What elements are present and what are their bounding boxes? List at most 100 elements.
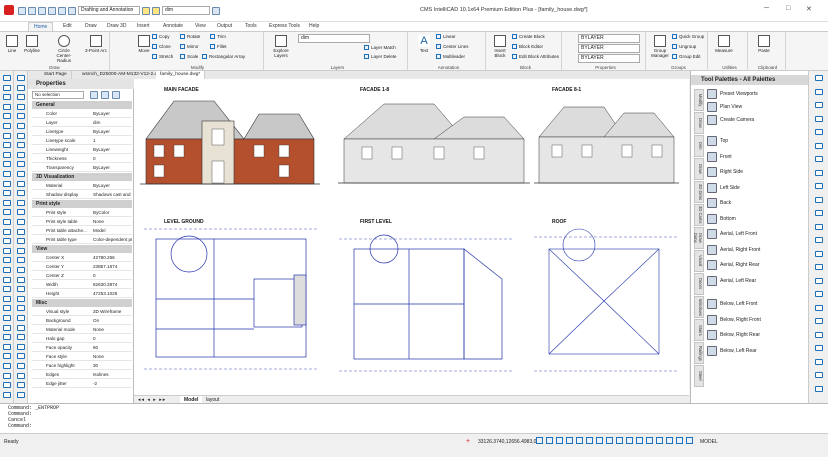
block-editor-button[interactable]: Block Editor bbox=[512, 44, 543, 49]
ungroup-button[interactable]: Ungroup bbox=[672, 44, 696, 49]
tool-icon[interactable] bbox=[815, 385, 823, 392]
selection-select[interactable]: No selection bbox=[32, 91, 84, 99]
edit-block-attributes-button[interactable]: Edit Block Attributes bbox=[512, 54, 559, 59]
tool-icon[interactable] bbox=[3, 324, 11, 331]
property-row[interactable]: Print table type Color-dependent pr... bbox=[32, 236, 132, 244]
property-row[interactable]: Transparency ByLayer bbox=[32, 164, 132, 172]
tool-icon[interactable] bbox=[17, 382, 25, 389]
fillet-button[interactable]: Fillet bbox=[210, 44, 227, 49]
property-row[interactable]: Print table attache... Model bbox=[32, 227, 132, 235]
tool-icon[interactable] bbox=[3, 219, 11, 225]
stretch-button[interactable]: Stretch bbox=[152, 54, 173, 59]
linear-dim-button[interactable]: Linear bbox=[436, 34, 456, 39]
tool-icon[interactable] bbox=[815, 210, 823, 216]
tool-icon[interactable] bbox=[3, 171, 11, 177]
palette-item[interactable]: Right Side bbox=[707, 167, 807, 177]
tool-icon[interactable] bbox=[17, 295, 25, 302]
property-row[interactable]: Face highlight 30 bbox=[32, 362, 132, 370]
tab-tools[interactable]: Tools bbox=[240, 22, 262, 31]
property-row[interactable]: Center Y 23857.1674 bbox=[32, 263, 132, 271]
tool-icon[interactable] bbox=[815, 223, 823, 230]
center-lines-button[interactable]: Center Lines bbox=[436, 44, 469, 49]
explore-layers-button[interactable]: Explore Layers bbox=[270, 35, 292, 58]
property-value[interactable]: Shadows cast and bbox=[93, 191, 132, 199]
tool-icon[interactable] bbox=[17, 324, 25, 331]
property-section-header[interactable]: Print style bbox=[32, 200, 132, 208]
tool-icon[interactable] bbox=[17, 363, 25, 369]
tool-icon[interactable] bbox=[815, 88, 823, 95]
property-row[interactable]: Color ByLayer bbox=[32, 110, 132, 118]
tab-view[interactable]: View bbox=[190, 22, 211, 31]
tool-icon[interactable] bbox=[17, 267, 25, 273]
tool-icon[interactable] bbox=[17, 123, 25, 129]
status-toggle-icon[interactable] bbox=[536, 437, 543, 444]
quick-select-icon[interactable] bbox=[112, 91, 120, 99]
redo-icon[interactable] bbox=[68, 6, 76, 15]
tool-icon[interactable] bbox=[3, 353, 11, 360]
tool-icon[interactable] bbox=[815, 196, 823, 203]
tool-icon[interactable] bbox=[815, 129, 823, 135]
tab-help[interactable]: Help bbox=[304, 22, 324, 31]
tab-home[interactable]: Home bbox=[28, 22, 54, 31]
property-value[interactable]: 47253.1026 bbox=[93, 290, 132, 298]
tool-icon[interactable] bbox=[815, 304, 823, 311]
status-toggle-icon[interactable] bbox=[666, 437, 673, 444]
tool-icon[interactable] bbox=[17, 132, 25, 139]
property-section-header[interactable]: Misc bbox=[32, 299, 132, 307]
property-value[interactable]: Isolines bbox=[93, 371, 132, 379]
property-row[interactable]: Width 82630.3974 bbox=[32, 281, 132, 289]
property-value[interactable]: ByLayer bbox=[93, 164, 132, 172]
status-toggle-icon[interactable] bbox=[606, 437, 613, 444]
palette-item[interactable]: Aerial, Left Front bbox=[707, 229, 807, 239]
tool-icon[interactable] bbox=[3, 247, 11, 254]
status-toggle-icon[interactable] bbox=[546, 437, 553, 444]
tab-edit[interactable]: Edit bbox=[58, 22, 77, 31]
close-button[interactable]: ✕ bbox=[806, 5, 812, 13]
palette-tab[interactable]: Steel bbox=[694, 365, 704, 387]
status-toggle-icon[interactable] bbox=[556, 437, 563, 444]
palette-item[interactable]: Aerial, Left Rear bbox=[707, 275, 807, 286]
clone-button[interactable]: Clone bbox=[152, 44, 171, 49]
property-value[interactable]: None bbox=[93, 218, 132, 226]
tool-icon[interactable] bbox=[815, 277, 823, 284]
layer-match-button[interactable]: Layer Match bbox=[364, 45, 396, 50]
circle-button[interactable]: Circle Center-Radius bbox=[50, 35, 78, 63]
property-row[interactable]: Height 47253.1026 bbox=[32, 290, 132, 298]
status-toggle-icon[interactable] bbox=[586, 437, 593, 444]
property-value[interactable]: 42780.266 bbox=[93, 254, 132, 262]
tool-icon[interactable] bbox=[815, 237, 823, 243]
tool-icon[interactable] bbox=[17, 180, 25, 187]
palette-item[interactable]: Back bbox=[707, 198, 807, 208]
tool-icon[interactable] bbox=[17, 113, 25, 120]
layer-quick-select[interactable]: dim bbox=[162, 6, 210, 15]
model-space-toggle[interactable]: MODEL bbox=[700, 439, 718, 445]
line-button[interactable]: Line bbox=[2, 35, 22, 53]
tool-icon[interactable] bbox=[3, 238, 11, 245]
palette-tab[interactable]: Stairs bbox=[694, 319, 704, 341]
tool-icon[interactable] bbox=[17, 391, 25, 398]
tool-icon[interactable] bbox=[815, 318, 823, 324]
tool-icon[interactable] bbox=[3, 161, 11, 168]
property-row[interactable]: Halo gap 0 bbox=[32, 335, 132, 343]
property-row[interactable]: Material ByLayer bbox=[32, 182, 132, 190]
tool-icon[interactable] bbox=[3, 190, 11, 197]
tab-draw[interactable]: Draw bbox=[80, 22, 102, 31]
property-value[interactable]: ByColor bbox=[93, 209, 132, 217]
status-toggle-icon[interactable] bbox=[646, 437, 653, 444]
tool-icon[interactable] bbox=[3, 257, 11, 264]
palette-tab[interactable]: Doors bbox=[694, 273, 704, 295]
tool-icon[interactable] bbox=[17, 257, 25, 264]
palette-tab[interactable]: 3D Cams bbox=[694, 204, 704, 226]
select-objects-icon[interactable] bbox=[101, 91, 109, 99]
tool-icon[interactable] bbox=[17, 334, 25, 341]
arc-button[interactable]: 3-Point Arc bbox=[84, 35, 108, 53]
save-icon[interactable] bbox=[38, 6, 46, 15]
tab-insert[interactable]: Insert bbox=[132, 22, 155, 31]
multileader-button[interactable]: Multileader bbox=[436, 54, 465, 59]
tool-icon[interactable] bbox=[815, 142, 823, 149]
tab-annotate[interactable]: Annotate bbox=[158, 22, 188, 31]
palette-tab[interactable]: Windows bbox=[694, 296, 704, 318]
tool-icon[interactable] bbox=[3, 305, 11, 312]
group-manager-button[interactable]: Group Manager bbox=[650, 35, 670, 58]
tool-icon[interactable] bbox=[17, 103, 25, 110]
